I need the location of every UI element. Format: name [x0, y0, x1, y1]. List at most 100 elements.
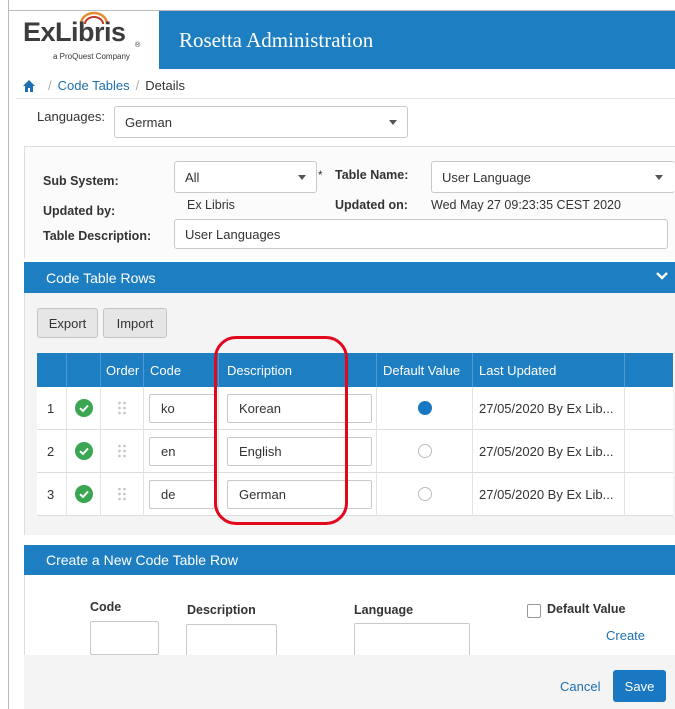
- row-status-cell: [66, 473, 100, 515]
- code-table-rows-header[interactable]: Code Table Rows: [24, 262, 675, 293]
- default-value-radio[interactable]: [417, 487, 432, 501]
- create-link[interactable]: Create: [606, 628, 645, 643]
- row-number: 1: [47, 400, 55, 416]
- row-number: 2: [47, 443, 55, 459]
- code-input-value: ko: [161, 400, 175, 416]
- cancel-button[interactable]: Cancel: [560, 679, 600, 694]
- table-name-select[interactable]: User Language: [431, 161, 675, 193]
- window-frame-left: [8, 0, 9, 709]
- breadcrumb-link-code-tables[interactable]: Code Tables: [58, 78, 130, 93]
- breadcrumb-separator: /: [135, 78, 140, 93]
- table-description-label: Table Description:: [43, 229, 152, 243]
- table-row: 3 de German 27/05/2020 By Ex Lib...: [37, 473, 673, 516]
- chevron-down-icon: [298, 174, 306, 180]
- code-input[interactable]: de: [149, 479, 215, 509]
- column-header-order[interactable]: Order: [100, 353, 143, 387]
- drag-handle-icon[interactable]: [117, 401, 127, 415]
- row-status-cell: [66, 387, 100, 429]
- create-row-title: Create a New Code Table Row: [46, 552, 238, 568]
- sub-system-select[interactable]: All: [174, 161, 317, 193]
- create-language-select[interactable]: [354, 623, 470, 657]
- chevron-down-icon: [655, 174, 663, 180]
- table-header-row: Order Code Description Default Value Las…: [37, 353, 673, 387]
- column-header-last-updated-label: Last Updated: [479, 362, 557, 378]
- table-name-label: Table Name:: [335, 168, 409, 182]
- drag-handle-icon[interactable]: [117, 487, 127, 501]
- column-header-number: [37, 353, 66, 387]
- code-input[interactable]: en: [149, 436, 215, 466]
- row-order-cell[interactable]: [100, 430, 143, 472]
- create-language-label: Language: [354, 603, 414, 617]
- column-header-actions: [624, 353, 673, 387]
- check-circle-icon: [74, 485, 93, 503]
- column-header-status: [66, 353, 100, 387]
- logo-trademark: ®: [135, 42, 141, 49]
- save-button[interactable]: Save: [613, 670, 666, 702]
- save-button-label: Save: [624, 678, 655, 694]
- breadcrumb-separator: /: [48, 78, 52, 93]
- breadcrumb: / Code Tables / Details: [22, 78, 185, 93]
- export-button[interactable]: Export: [37, 308, 98, 338]
- check-circle-icon: [74, 442, 93, 460]
- code-input-value: de: [161, 486, 176, 502]
- create-default-value-checkbox[interactable]: [527, 604, 541, 618]
- row-code-cell: en: [143, 430, 218, 472]
- sub-system-label: Sub System:: [43, 174, 119, 188]
- table-row: 2 en English 27/05/2020 By Ex Lib...: [37, 430, 673, 473]
- logo-subtitle: a ProQuest Company: [53, 52, 130, 61]
- app-title: Rosetta Administration: [179, 28, 374, 52]
- home-icon[interactable]: [22, 79, 36, 93]
- import-button[interactable]: Import: [103, 308, 167, 338]
- languages-select[interactable]: German: [114, 106, 408, 138]
- logo[interactable]: ExLibris ® a ProQuest Company: [9, 11, 159, 69]
- row-actions-cell[interactable]: [624, 473, 673, 515]
- table-row: 1 ko Korean 27/05/2020 By Ex Lib...: [37, 387, 673, 430]
- last-updated-text: 27/05/2020 By Ex Lib...: [479, 486, 614, 502]
- table-description-value: User Languages: [185, 226, 281, 242]
- updated-on-label: Updated on:: [335, 198, 408, 212]
- row-number-cell: 2: [37, 430, 66, 472]
- create-default-value-label: Default Value: [547, 602, 626, 616]
- code-input-value: en: [161, 443, 176, 459]
- breadcrumb-current: Details: [145, 78, 186, 93]
- description-column-highlight: [214, 336, 348, 525]
- chevron-down-icon[interactable]: [655, 269, 669, 283]
- code-table-rows-title: Code Table Rows: [46, 269, 156, 286]
- languages-select-value: German: [125, 114, 172, 130]
- row-default-cell: [376, 473, 472, 515]
- column-header-order-label: Order: [106, 362, 140, 378]
- drag-handle-icon[interactable]: [117, 444, 127, 458]
- last-updated-text: 27/05/2020 By Ex Lib...: [479, 400, 614, 416]
- column-header-code-label: Code: [150, 362, 182, 378]
- sub-system-value: All: [185, 169, 200, 185]
- logo-text: ExLibris: [23, 17, 126, 47]
- create-code-label: Code: [90, 600, 122, 614]
- column-header-default-value-label: Default Value: [383, 362, 461, 378]
- table-description-input[interactable]: User Languages: [174, 219, 668, 249]
- app-header: ExLibris ® a ProQuest Company Rosetta Ad…: [9, 11, 675, 69]
- row-order-cell[interactable]: [100, 387, 143, 429]
- languages-label: Languages:: [37, 109, 105, 124]
- table-name-value: User Language: [442, 169, 531, 185]
- row-last-updated-cell: 27/05/2020 By Ex Lib...: [472, 430, 624, 472]
- updated-on-value: Wed May 27 09:23:35 CEST 2020: [431, 198, 621, 212]
- row-default-cell: [376, 430, 472, 472]
- create-description-input[interactable]: [186, 624, 277, 658]
- check-circle-icon: [74, 399, 93, 417]
- code-input[interactable]: ko: [149, 393, 215, 423]
- updated-by-label: Updated by:: [43, 204, 116, 218]
- row-status-cell: [66, 430, 100, 472]
- default-value-radio[interactable]: [417, 401, 432, 415]
- row-actions-cell[interactable]: [624, 387, 673, 429]
- column-header-last-updated[interactable]: Last Updated: [472, 353, 624, 387]
- row-number-cell: 1: [37, 387, 66, 429]
- column-header-code[interactable]: Code: [143, 353, 218, 387]
- row-order-cell[interactable]: [100, 473, 143, 515]
- create-code-input[interactable]: [90, 621, 159, 655]
- row-last-updated-cell: 27/05/2020 By Ex Lib...: [472, 473, 624, 515]
- column-header-default-value[interactable]: Default Value: [376, 353, 472, 387]
- row-code-cell: de: [143, 473, 218, 515]
- row-actions-cell[interactable]: [624, 430, 673, 472]
- chevron-down-icon: [389, 119, 397, 125]
- default-value-radio[interactable]: [417, 444, 432, 458]
